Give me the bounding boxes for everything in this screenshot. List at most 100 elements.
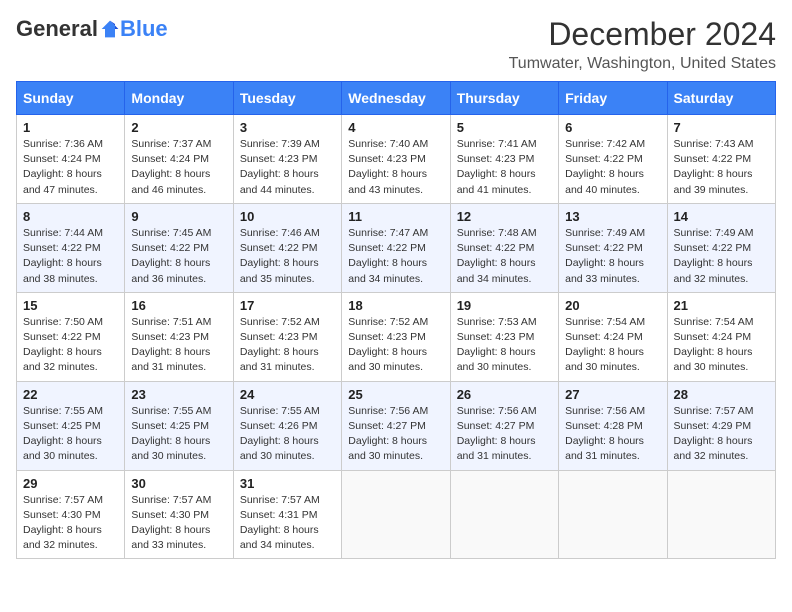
day-number: 2	[131, 120, 226, 135]
calendar-cell: 22 Sunrise: 7:55 AM Sunset: 4:25 PM Dayl…	[17, 381, 125, 470]
calendar-cell: 26 Sunrise: 7:56 AM Sunset: 4:27 PM Dayl…	[450, 381, 558, 470]
day-number: 16	[131, 298, 226, 313]
calendar-week-5: 29 Sunrise: 7:57 AM Sunset: 4:30 PM Dayl…	[17, 470, 776, 559]
calendar-week-4: 22 Sunrise: 7:55 AM Sunset: 4:25 PM Dayl…	[17, 381, 776, 470]
calendar-cell: 14 Sunrise: 7:49 AM Sunset: 4:22 PM Dayl…	[667, 203, 775, 292]
day-number: 20	[565, 298, 660, 313]
day-info: Sunrise: 7:49 AM Sunset: 4:22 PM Dayligh…	[674, 226, 769, 287]
day-number: 10	[240, 209, 335, 224]
title-section: December 2024 Tumwater, Washington, Unit…	[509, 16, 776, 73]
calendar-cell	[450, 470, 558, 559]
day-info: Sunrise: 7:47 AM Sunset: 4:22 PM Dayligh…	[348, 226, 443, 287]
day-info: Sunrise: 7:56 AM Sunset: 4:27 PM Dayligh…	[348, 404, 443, 465]
day-number: 12	[457, 209, 552, 224]
logo-general-text: General	[16, 16, 98, 42]
day-header-friday: Friday	[559, 82, 667, 115]
day-number: 17	[240, 298, 335, 313]
calendar-cell: 3 Sunrise: 7:39 AM Sunset: 4:23 PM Dayli…	[233, 115, 341, 204]
day-number: 7	[674, 120, 769, 135]
calendar-week-2: 8 Sunrise: 7:44 AM Sunset: 4:22 PM Dayli…	[17, 203, 776, 292]
calendar-cell: 10 Sunrise: 7:46 AM Sunset: 4:22 PM Dayl…	[233, 203, 341, 292]
calendar-cell: 23 Sunrise: 7:55 AM Sunset: 4:25 PM Dayl…	[125, 381, 233, 470]
day-info: Sunrise: 7:55 AM Sunset: 4:26 PM Dayligh…	[240, 404, 335, 465]
header: General Blue December 2024 Tumwater, Was…	[16, 16, 776, 73]
calendar-cell: 29 Sunrise: 7:57 AM Sunset: 4:30 PM Dayl…	[17, 470, 125, 559]
calendar-cell: 19 Sunrise: 7:53 AM Sunset: 4:23 PM Dayl…	[450, 292, 558, 381]
calendar-week-3: 15 Sunrise: 7:50 AM Sunset: 4:22 PM Dayl…	[17, 292, 776, 381]
day-number: 3	[240, 120, 335, 135]
calendar-cell: 31 Sunrise: 7:57 AM Sunset: 4:31 PM Dayl…	[233, 470, 341, 559]
day-info: Sunrise: 7:55 AM Sunset: 4:25 PM Dayligh…	[23, 404, 118, 465]
day-number: 14	[674, 209, 769, 224]
day-number: 28	[674, 387, 769, 402]
calendar-body: 1 Sunrise: 7:36 AM Sunset: 4:24 PM Dayli…	[17, 115, 776, 559]
calendar-cell: 9 Sunrise: 7:45 AM Sunset: 4:22 PM Dayli…	[125, 203, 233, 292]
day-info: Sunrise: 7:48 AM Sunset: 4:22 PM Dayligh…	[457, 226, 552, 287]
calendar-cell: 21 Sunrise: 7:54 AM Sunset: 4:24 PM Dayl…	[667, 292, 775, 381]
calendar-cell: 18 Sunrise: 7:52 AM Sunset: 4:23 PM Dayl…	[342, 292, 450, 381]
day-number: 13	[565, 209, 660, 224]
day-info: Sunrise: 7:56 AM Sunset: 4:27 PM Dayligh…	[457, 404, 552, 465]
calendar-cell: 2 Sunrise: 7:37 AM Sunset: 4:24 PM Dayli…	[125, 115, 233, 204]
day-number: 24	[240, 387, 335, 402]
calendar-cell: 20 Sunrise: 7:54 AM Sunset: 4:24 PM Dayl…	[559, 292, 667, 381]
calendar-cell: 16 Sunrise: 7:51 AM Sunset: 4:23 PM Dayl…	[125, 292, 233, 381]
calendar-week-1: 1 Sunrise: 7:36 AM Sunset: 4:24 PM Dayli…	[17, 115, 776, 204]
day-header-tuesday: Tuesday	[233, 82, 341, 115]
calendar-cell: 28 Sunrise: 7:57 AM Sunset: 4:29 PM Dayl…	[667, 381, 775, 470]
day-info: Sunrise: 7:56 AM Sunset: 4:28 PM Dayligh…	[565, 404, 660, 465]
calendar-cell: 30 Sunrise: 7:57 AM Sunset: 4:30 PM Dayl…	[125, 470, 233, 559]
day-number: 1	[23, 120, 118, 135]
day-number: 4	[348, 120, 443, 135]
day-info: Sunrise: 7:50 AM Sunset: 4:22 PM Dayligh…	[23, 315, 118, 376]
location-title: Tumwater, Washington, United States	[509, 55, 776, 73]
day-number: 31	[240, 476, 335, 491]
calendar-table: SundayMondayTuesdayWednesdayThursdayFrid…	[16, 81, 776, 559]
calendar-cell: 17 Sunrise: 7:52 AM Sunset: 4:23 PM Dayl…	[233, 292, 341, 381]
day-info: Sunrise: 7:37 AM Sunset: 4:24 PM Dayligh…	[131, 137, 226, 198]
day-header-wednesday: Wednesday	[342, 82, 450, 115]
day-info: Sunrise: 7:39 AM Sunset: 4:23 PM Dayligh…	[240, 137, 335, 198]
day-info: Sunrise: 7:43 AM Sunset: 4:22 PM Dayligh…	[674, 137, 769, 198]
calendar-cell: 12 Sunrise: 7:48 AM Sunset: 4:22 PM Dayl…	[450, 203, 558, 292]
calendar-header-row: SundayMondayTuesdayWednesdayThursdayFrid…	[17, 82, 776, 115]
calendar-cell	[342, 470, 450, 559]
calendar-cell: 6 Sunrise: 7:42 AM Sunset: 4:22 PM Dayli…	[559, 115, 667, 204]
day-number: 15	[23, 298, 118, 313]
calendar-cell: 11 Sunrise: 7:47 AM Sunset: 4:22 PM Dayl…	[342, 203, 450, 292]
day-info: Sunrise: 7:54 AM Sunset: 4:24 PM Dayligh…	[565, 315, 660, 376]
calendar-cell: 25 Sunrise: 7:56 AM Sunset: 4:27 PM Dayl…	[342, 381, 450, 470]
day-number: 27	[565, 387, 660, 402]
day-info: Sunrise: 7:55 AM Sunset: 4:25 PM Dayligh…	[131, 404, 226, 465]
day-number: 26	[457, 387, 552, 402]
day-number: 30	[131, 476, 226, 491]
day-number: 23	[131, 387, 226, 402]
day-info: Sunrise: 7:40 AM Sunset: 4:23 PM Dayligh…	[348, 137, 443, 198]
day-info: Sunrise: 7:44 AM Sunset: 4:22 PM Dayligh…	[23, 226, 118, 287]
calendar-cell: 1 Sunrise: 7:36 AM Sunset: 4:24 PM Dayli…	[17, 115, 125, 204]
day-number: 22	[23, 387, 118, 402]
calendar-cell: 27 Sunrise: 7:56 AM Sunset: 4:28 PM Dayl…	[559, 381, 667, 470]
day-number: 5	[457, 120, 552, 135]
calendar-cell	[559, 470, 667, 559]
day-number: 18	[348, 298, 443, 313]
calendar-cell: 8 Sunrise: 7:44 AM Sunset: 4:22 PM Dayli…	[17, 203, 125, 292]
day-info: Sunrise: 7:57 AM Sunset: 4:30 PM Dayligh…	[131, 493, 226, 554]
day-info: Sunrise: 7:54 AM Sunset: 4:24 PM Dayligh…	[674, 315, 769, 376]
day-info: Sunrise: 7:57 AM Sunset: 4:30 PM Dayligh…	[23, 493, 118, 554]
day-info: Sunrise: 7:36 AM Sunset: 4:24 PM Dayligh…	[23, 137, 118, 198]
day-info: Sunrise: 7:41 AM Sunset: 4:23 PM Dayligh…	[457, 137, 552, 198]
day-number: 9	[131, 209, 226, 224]
day-info: Sunrise: 7:46 AM Sunset: 4:22 PM Dayligh…	[240, 226, 335, 287]
day-header-sunday: Sunday	[17, 82, 125, 115]
day-info: Sunrise: 7:51 AM Sunset: 4:23 PM Dayligh…	[131, 315, 226, 376]
calendar-cell: 7 Sunrise: 7:43 AM Sunset: 4:22 PM Dayli…	[667, 115, 775, 204]
calendar-cell: 24 Sunrise: 7:55 AM Sunset: 4:26 PM Dayl…	[233, 381, 341, 470]
logo: General Blue	[16, 16, 168, 42]
day-header-thursday: Thursday	[450, 82, 558, 115]
logo-blue-text: Blue	[120, 16, 168, 42]
day-header-saturday: Saturday	[667, 82, 775, 115]
day-info: Sunrise: 7:42 AM Sunset: 4:22 PM Dayligh…	[565, 137, 660, 198]
day-info: Sunrise: 7:57 AM Sunset: 4:29 PM Dayligh…	[674, 404, 769, 465]
calendar-cell	[667, 470, 775, 559]
